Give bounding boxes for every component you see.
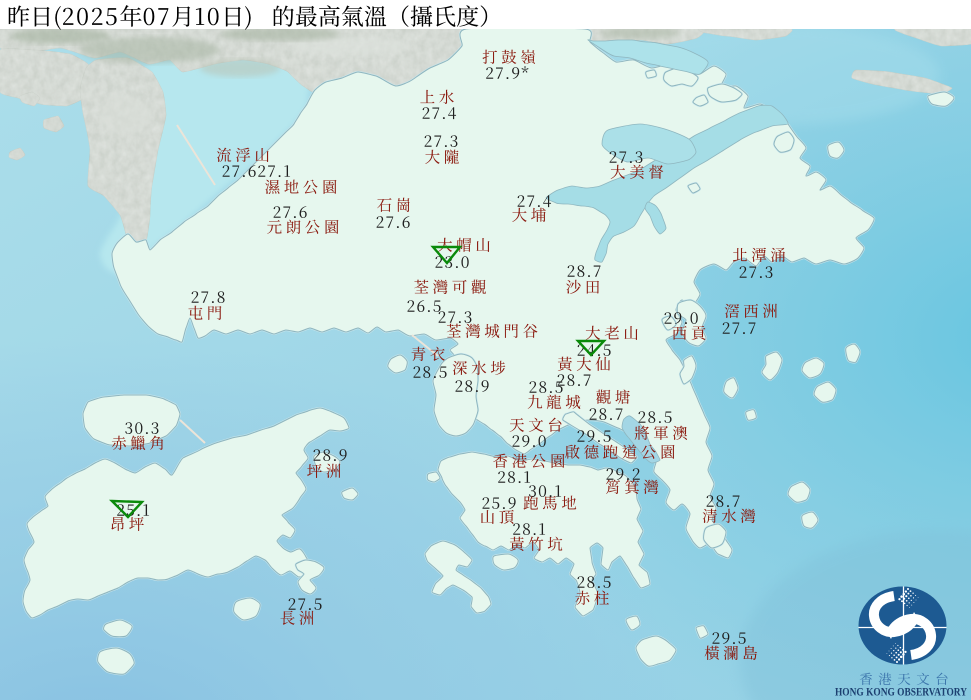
svg-text:HONG KONG OBSERVATORY: HONG KONG OBSERVATORY: [835, 685, 967, 699]
